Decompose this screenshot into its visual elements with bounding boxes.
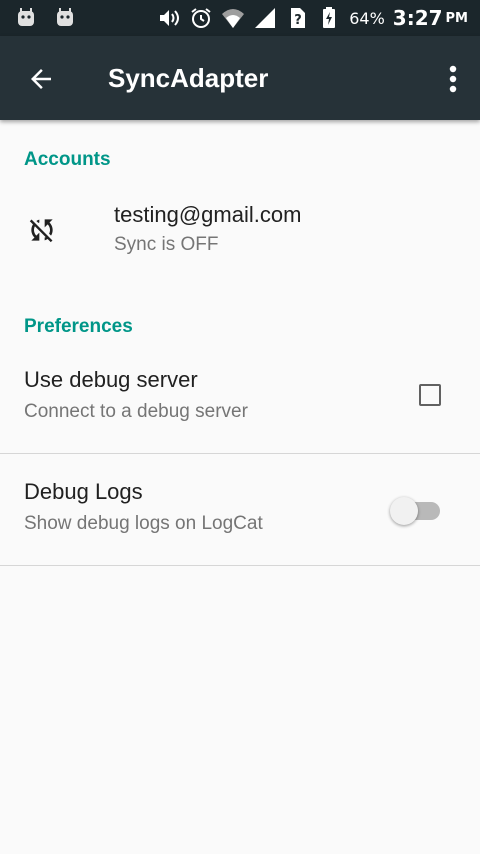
account-sync-status: Sync is OFF [114,234,219,255]
switch-thumb [390,497,418,525]
sync-disabled-icon [29,219,53,243]
android-notification-icon [18,8,34,26]
status-icons: ? 64% 3:27 PM [157,0,468,36]
svg-text:?: ? [294,13,302,28]
battery-percentage: 64% [349,8,385,28]
app-bar: SyncAdapter [0,36,480,120]
status-bar: ? 64% 3:27 PM [0,0,480,36]
pref-use-debug-server[interactable]: Use debug server Connect to a debug serv… [0,341,480,454]
wifi-icon [222,9,245,28]
no-sim-icon: ? [291,8,306,28]
more-options-icon[interactable] [448,64,458,94]
battery-charging-icon [323,7,336,28]
alarm-icon [191,8,211,28]
clock-time: 3:27 [392,6,443,30]
pref-title: Use debug server [24,367,198,392]
notification-icons [16,8,89,28]
accounts-header: Accounts [24,149,111,170]
account-item[interactable]: testing@gmail.com Sync is OFF [0,190,480,280]
volume-icon [160,10,180,26]
cell-signal-icon [255,8,276,28]
preferences-header: Preferences [24,316,133,337]
pref-title: Debug Logs [24,479,143,504]
pref-summary: Show debug logs on LogCat [24,513,263,534]
android-notification-icon [57,8,74,26]
pref-summary: Connect to a debug server [24,401,248,422]
debug-logs-switch[interactable] [390,493,442,525]
page-title: SyncAdapter [108,63,269,93]
account-email: testing@gmail.com [114,202,302,227]
debug-server-checkbox[interactable] [419,384,441,406]
pref-debug-logs[interactable]: Debug Logs Show debug logs on LogCat [0,453,480,566]
back-arrow-icon[interactable] [26,64,56,94]
clock-ampm: PM [445,10,468,26]
